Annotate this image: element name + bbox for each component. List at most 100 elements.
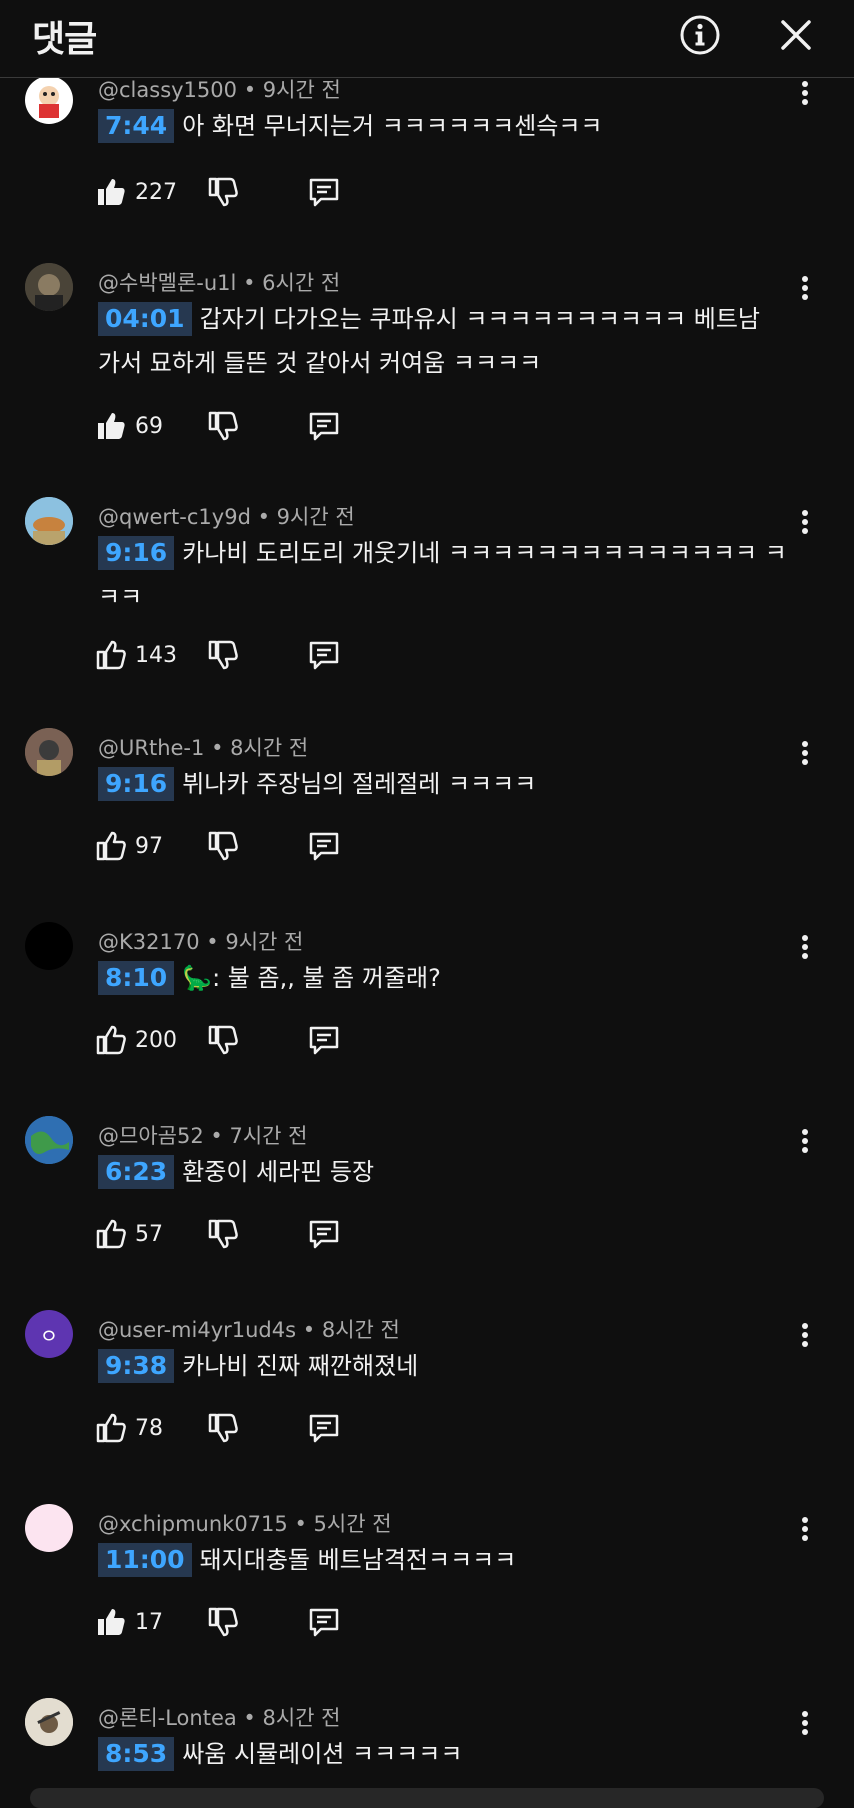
timestamp-link[interactable]: 9:16 bbox=[98, 536, 175, 570]
reply-button[interactable] bbox=[307, 826, 341, 866]
like-button[interactable]: 97 bbox=[95, 826, 163, 866]
comment-author[interactable]: @K32170 bbox=[98, 930, 200, 954]
reply-button[interactable] bbox=[307, 172, 341, 212]
comment-time: 8시간 전 bbox=[230, 736, 309, 760]
comment-meta: @user-mi4yr1ud4s • 8시간 전 bbox=[98, 1314, 400, 1344]
thumbs-down-icon bbox=[208, 831, 238, 861]
reply-button[interactable] bbox=[307, 1408, 341, 1448]
reply-button[interactable] bbox=[307, 1214, 341, 1254]
avatar[interactable] bbox=[25, 1504, 73, 1552]
avatar[interactable]: ㅇ bbox=[25, 1310, 73, 1358]
reply-icon bbox=[309, 1026, 339, 1055]
timestamp-link[interactable]: 11:00 bbox=[98, 1543, 192, 1577]
dislike-button[interactable] bbox=[207, 172, 239, 212]
avatar[interactable] bbox=[25, 1116, 73, 1164]
like-button[interactable]: 17 bbox=[95, 1602, 163, 1642]
reply-button[interactable] bbox=[307, 406, 341, 446]
dislike-button[interactable] bbox=[207, 406, 239, 446]
avatar[interactable] bbox=[25, 922, 73, 970]
comment-author[interactable]: @qwert-c1y9d bbox=[98, 505, 251, 529]
reply-button[interactable] bbox=[307, 1020, 341, 1060]
more-options-button[interactable] bbox=[790, 1512, 820, 1546]
comment-text: 9:16 뷔나카 주장님의 절레절레 ㅋㅋㅋㅋ bbox=[98, 762, 788, 806]
like-button[interactable]: 143 bbox=[95, 635, 177, 675]
close-icon bbox=[781, 20, 811, 50]
comment-text: 9:16 카나비 도리도리 개웃기네 ㅋㅋㅋㅋㅋㅋㅋㅋㅋㅋㅋㅋㅋㅋ ㅋㅋㅋ bbox=[98, 531, 788, 619]
timestamp-link[interactable]: 8:10 bbox=[98, 961, 175, 995]
more-options-button[interactable] bbox=[790, 1706, 820, 1740]
comment-time: 8시간 전 bbox=[321, 1318, 400, 1342]
dislike-button[interactable] bbox=[207, 826, 239, 866]
like-count: 17 bbox=[135, 1609, 163, 1635]
comment-text: 6:23 환중이 세라핀 등장 bbox=[98, 1150, 788, 1194]
thumbs-down-icon bbox=[208, 1219, 238, 1249]
timestamp-link[interactable]: 7:44 bbox=[98, 109, 175, 143]
thumbs-down-icon bbox=[208, 411, 238, 441]
thumbs-up-icon bbox=[98, 179, 125, 205]
comment-author[interactable]: @므아곰52 bbox=[98, 1124, 204, 1148]
more-options-button[interactable] bbox=[790, 76, 820, 110]
comment-body: 뷔나카 주장님의 절레절레 ㅋㅋㅋㅋ bbox=[182, 770, 537, 798]
close-button[interactable] bbox=[771, 10, 821, 60]
comment-time: 9시간 전 bbox=[262, 78, 341, 102]
comment-body: 돼지대충돌 베트남격전ㅋㅋㅋㅋ bbox=[199, 1546, 517, 1574]
timestamp-link[interactable]: 8:53 bbox=[98, 1737, 175, 1771]
like-button[interactable]: 78 bbox=[95, 1408, 163, 1448]
comment-author[interactable]: @URthe-1 bbox=[98, 736, 204, 760]
comment-author[interactable]: @론티-Lontea bbox=[98, 1706, 237, 1730]
comment-author[interactable]: @수박멜론-u1l bbox=[98, 271, 236, 295]
more-vert-icon bbox=[802, 510, 808, 534]
like-count: 97 bbox=[135, 833, 163, 859]
reply-button[interactable] bbox=[307, 1602, 341, 1642]
comment-author[interactable]: @xchipmunk0715 bbox=[98, 1512, 288, 1536]
comment-body: 카나비 도리도리 개웃기네 ㅋㅋㅋㅋㅋㅋㅋㅋㅋㅋㅋㅋㅋㅋ ㅋㅋㅋ bbox=[98, 539, 787, 611]
reply-button[interactable] bbox=[307, 635, 341, 675]
timestamp-link[interactable]: 9:38 bbox=[98, 1349, 175, 1383]
meta-separator: • bbox=[243, 271, 256, 295]
comment-text: 9:38 카나비 진짜 째깐해졌네 bbox=[98, 1344, 788, 1388]
like-count: 200 bbox=[135, 1027, 177, 1053]
like-button[interactable]: 200 bbox=[95, 1020, 177, 1060]
meta-separator: • bbox=[243, 78, 257, 102]
like-button[interactable]: 227 bbox=[95, 172, 177, 212]
comment-actions: 69 bbox=[95, 406, 395, 446]
thumbs-up-icon bbox=[96, 1025, 126, 1055]
comment-time: 9시간 전 bbox=[276, 505, 355, 529]
comment-author[interactable]: @user-mi4yr1ud4s bbox=[98, 1318, 296, 1342]
comment-meta: @K32170 • 9시간 전 bbox=[98, 926, 303, 956]
timestamp-link[interactable]: 6:23 bbox=[98, 1155, 175, 1189]
comment-author[interactable]: @classy1500 bbox=[98, 78, 237, 102]
comment-body: 아 화면 무너지는거 ㅋㅋㅋㅋㅋㅋ센슥ㅋㅋ bbox=[182, 112, 603, 140]
avatar[interactable] bbox=[25, 728, 73, 776]
dislike-button[interactable] bbox=[207, 635, 239, 675]
more-options-button[interactable] bbox=[790, 736, 820, 770]
add-comment-bar[interactable] bbox=[30, 1788, 824, 1808]
reply-icon bbox=[309, 641, 339, 670]
dislike-button[interactable] bbox=[207, 1602, 239, 1642]
like-button[interactable]: 57 bbox=[95, 1214, 163, 1254]
comment-text: 11:00 돼지대충돌 베트남격전ㅋㅋㅋㅋ bbox=[98, 1538, 788, 1582]
avatar[interactable] bbox=[25, 263, 73, 311]
dislike-button[interactable] bbox=[207, 1214, 239, 1254]
comment-text: 04:01 갑자기 다가오는 쿠파유시 ㅋㅋㅋㅋㅋㅋㅋㅋㅋㅋ 베트남 가서 묘하게… bbox=[98, 297, 788, 385]
avatar[interactable] bbox=[25, 76, 73, 124]
thumbs-down-icon bbox=[208, 1413, 238, 1443]
more-options-button[interactable] bbox=[790, 1124, 820, 1158]
info-button[interactable] bbox=[675, 10, 725, 60]
more-options-button[interactable] bbox=[790, 505, 820, 539]
like-button[interactable]: 69 bbox=[95, 406, 163, 446]
comment-text: 8:10 🦕: 불 좀,, 불 좀 꺼줄래? bbox=[98, 956, 788, 1000]
timestamp-link[interactable]: 04:01 bbox=[98, 302, 192, 336]
comment-actions: 143 bbox=[95, 635, 395, 675]
timestamp-link[interactable]: 9:16 bbox=[98, 767, 175, 801]
avatar[interactable] bbox=[25, 1698, 73, 1746]
more-options-button[interactable] bbox=[790, 271, 820, 305]
avatar[interactable] bbox=[25, 497, 73, 545]
dislike-button[interactable] bbox=[207, 1408, 239, 1448]
meta-separator: • bbox=[206, 930, 219, 954]
more-options-button[interactable] bbox=[790, 930, 820, 964]
reply-icon bbox=[309, 832, 339, 861]
more-options-button[interactable] bbox=[790, 1318, 820, 1352]
comment-meta: @xchipmunk0715 • 5시간 전 bbox=[98, 1508, 392, 1538]
dislike-button[interactable] bbox=[207, 1020, 239, 1060]
